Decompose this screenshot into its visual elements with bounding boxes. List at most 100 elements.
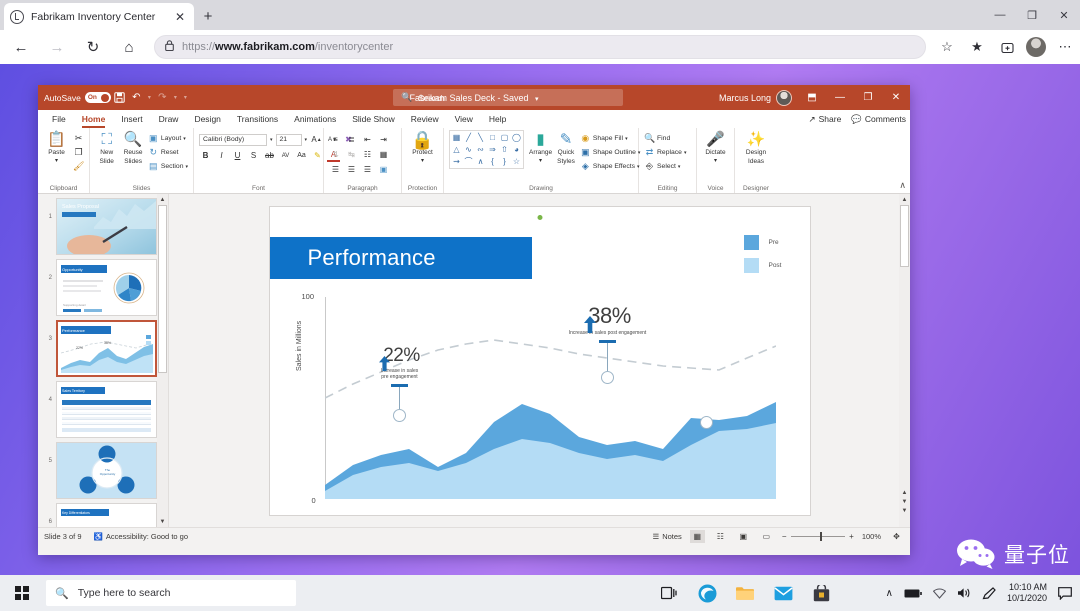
tab-animations[interactable]: Animations — [286, 110, 344, 128]
tab-help[interactable]: Help — [481, 110, 514, 128]
underline-button[interactable]: U — [231, 149, 244, 162]
quick-access-more-icon[interactable]: ▾ — [180, 88, 191, 108]
highlight-icon[interactable]: ✎ — [311, 149, 324, 162]
task-view-icon[interactable] — [650, 575, 688, 611]
shape-pie-icon[interactable]: ◕ — [511, 144, 522, 155]
character-spacing-button[interactable]: AV — [279, 149, 292, 162]
shape-left-brace-icon[interactable]: { — [487, 156, 498, 167]
chevron-down-icon[interactable]: ▾ — [270, 137, 273, 143]
zoom-knob[interactable] — [820, 532, 823, 541]
scroll-down-icon[interactable]: ▼ — [902, 508, 908, 514]
shape-effects-button[interactable]: ◈Shape Effects▾ — [580, 160, 641, 173]
format-painter-button[interactable]: 🖌 — [73, 160, 84, 173]
shape-chevron-icon[interactable]: ∧ — [475, 156, 486, 167]
align-text-icon[interactable]: ☷ — [361, 148, 374, 161]
notes-button[interactable]: ☰ Notes — [652, 532, 681, 541]
indent-increase-icon[interactable]: ⇥ — [377, 133, 390, 146]
chevron-down-icon[interactable]: ▾ — [714, 157, 717, 164]
browser-tab[interactable]: Fabrikam Inventory Center ✕ — [4, 3, 194, 30]
shape-rounded-rect-icon[interactable]: ▢ — [499, 132, 510, 143]
reload-icon[interactable]: ↻ — [78, 33, 108, 61]
zoom-slider[interactable]: − + — [782, 531, 854, 543]
chevron-down-icon[interactable]: ▾ — [145, 88, 154, 108]
new-slide-button[interactable]: ⛶ New Slide — [95, 130, 118, 165]
fit-to-window-icon[interactable]: ✥ — [889, 530, 904, 543]
slide-title-block[interactable]: Performance — [270, 237, 532, 279]
smartart-icon[interactable]: ▣ — [377, 163, 390, 176]
chevron-down-icon[interactable]: ▾ — [678, 164, 681, 170]
tab-design[interactable]: Design — [186, 110, 228, 128]
shape-arrow-icon[interactable]: ╲ — [475, 132, 486, 143]
windows-logo-icon[interactable] — [0, 575, 44, 611]
close-icon[interactable]: ✕ — [882, 85, 910, 110]
scroll-up-icon[interactable]: ▲ — [899, 194, 910, 205]
battery-icon[interactable] — [904, 589, 922, 598]
accessibility-status[interactable]: ♿ Accessibility: Good to go — [94, 532, 188, 541]
close-icon[interactable]: ✕ — [1048, 0, 1080, 30]
slide-thumbnail-5[interactable]: TheOpportunity — [56, 442, 157, 499]
shape-up-arrow-icon[interactable]: ⇧ — [499, 144, 510, 155]
taskbar-search-input[interactable]: 🔍 Type here to search — [46, 580, 296, 606]
next-slide-icon[interactable]: ▼ — [902, 499, 908, 505]
share-button[interactable]: ↗ Share — [809, 114, 842, 125]
shape-scribble-icon[interactable]: ⇝ — [451, 156, 462, 167]
chevron-down-icon[interactable]: ▾ — [171, 88, 180, 108]
zoom-out-button[interactable]: − — [782, 532, 787, 541]
slide-scroll-thumb[interactable] — [900, 205, 909, 267]
bullets-icon[interactable]: ≡ — [329, 133, 342, 146]
numbering-icon[interactable]: ≣ — [345, 133, 358, 146]
tab-review[interactable]: Review — [403, 110, 447, 128]
close-icon[interactable]: ✕ — [172, 9, 188, 25]
dictate-button[interactable]: 🎤 Dictate ▾ — [702, 130, 729, 164]
font-size-select[interactable]: 21 — [276, 134, 302, 146]
shape-textbox-icon[interactable]: ▦ — [451, 132, 462, 143]
zoom-in-button[interactable]: + — [849, 532, 854, 541]
slide-scrollbar[interactable]: ▲ ▲ ▼ ▼ — [899, 194, 910, 527]
quick-styles-button[interactable]: ✎ Quick Styles — [557, 130, 575, 165]
tab-home[interactable]: Home — [74, 110, 114, 128]
cut-button[interactable]: ✂ — [73, 132, 84, 145]
ribbon-display-options-icon[interactable]: ⬒ — [798, 85, 826, 110]
maximize-icon[interactable]: ❐ — [1016, 0, 1048, 30]
avatar[interactable] — [1026, 37, 1046, 57]
favorite-icon[interactable]: ☆ — [932, 33, 962, 61]
tab-slide-show[interactable]: Slide Show — [344, 110, 403, 128]
shadow-button[interactable]: S — [247, 149, 260, 162]
align-right-icon[interactable]: ☰ — [361, 163, 374, 176]
more-icon[interactable]: ⋯ — [1050, 33, 1080, 61]
collections-icon[interactable]: ★ — [962, 33, 992, 61]
shape-line-icon[interactable]: ╱ — [463, 132, 474, 143]
home-icon[interactable]: ⌂ — [114, 33, 144, 61]
edge-icon[interactable] — [688, 575, 726, 611]
forward-icon[interactable]: → — [42, 33, 72, 61]
chevron-down-icon[interactable]: ▾ — [183, 136, 186, 142]
previous-slide-icon[interactable]: ▲ — [902, 490, 908, 496]
thumbnail-scroll-track[interactable] — [157, 205, 168, 516]
new-tab-button[interactable]: + — [198, 6, 218, 26]
redo-icon[interactable]: ↷ — [154, 88, 171, 108]
rotate-handle[interactable] — [536, 214, 543, 221]
change-case-button[interactable]: Aa — [295, 149, 308, 162]
shape-rectangle-icon[interactable]: □ — [487, 132, 498, 143]
minimize-icon[interactable]: — — [984, 0, 1016, 30]
shape-arc-icon[interactable]: ⌒ — [463, 156, 474, 167]
normal-view-icon[interactable]: ▦ — [690, 530, 705, 543]
tab-transitions[interactable]: Transitions — [229, 110, 286, 128]
shapes-gallery[interactable]: ▦ ╱ ╲ □ ▢ ◯ △ ∿ ∾ ⇒ ⇧ ◕ ⇝ ⌒ ∧ { } — [449, 130, 524, 169]
address-bar[interactable]: https://www.fabrikam.com/inventorycenter — [154, 35, 926, 59]
store-icon[interactable] — [802, 575, 840, 611]
italic-button[interactable]: I — [215, 149, 228, 162]
slide-canvas[interactable]: Performance Pre Post Sales in Millions 1… — [270, 207, 810, 515]
protect-button[interactable]: 🔒 Protect ▾ — [408, 130, 438, 164]
reset-button[interactable]: ↻Reset — [148, 146, 188, 159]
slide-thumbnail-6[interactable]: Key Differentiators — [56, 503, 157, 527]
network-icon[interactable] — [933, 588, 946, 599]
minimize-icon[interactable]: — — [826, 85, 854, 110]
chevron-down-icon[interactable]: ▾ — [684, 150, 687, 156]
tab-insert[interactable]: Insert — [113, 110, 150, 128]
slide-thumbnail-1[interactable]: Sales Proposal — [56, 198, 157, 255]
chevron-down-icon[interactable]: ▾ — [625, 136, 628, 142]
tab-draw[interactable]: Draw — [151, 110, 187, 128]
file-explorer-icon[interactable] — [726, 575, 764, 611]
back-icon[interactable]: ← — [6, 33, 36, 61]
